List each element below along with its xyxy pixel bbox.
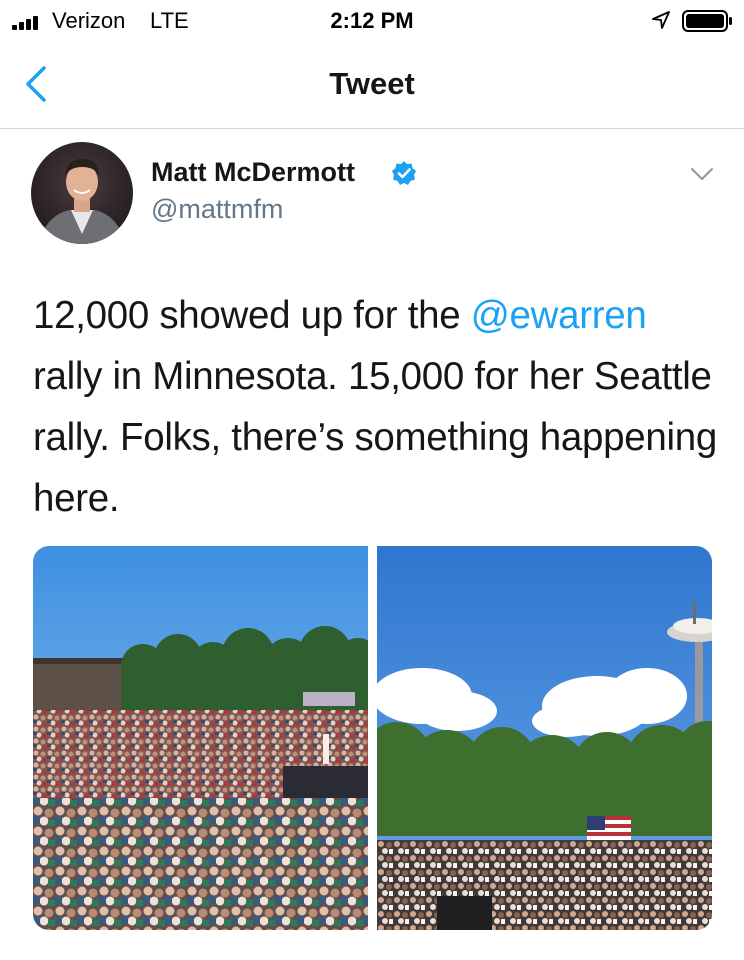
verified-badge-icon [392,161,416,185]
location-arrow-icon [652,11,670,29]
nav-bar: Tweet [0,42,744,129]
page-title: Tweet [329,66,415,101]
tweet-photo-1[interactable] [33,546,368,930]
status-bar: Verizon LTE 2:12 PM [0,0,744,42]
tweet-photo-2[interactable] [377,546,712,930]
battery-icon [682,10,732,32]
avatar[interactable] [31,142,133,244]
mention-link[interactable]: @ewarren [471,294,647,337]
status-time: 2:12 PM [330,8,414,33]
chevron-down-icon[interactable] [690,166,714,182]
author-name[interactable]: Matt McDermott [151,157,355,188]
tweet-text-part: 12,000 showed up for the [33,294,471,337]
tweet-text: 12,000 showed up for the @ewarren rally … [33,285,723,529]
author-handle[interactable]: @mattmfm [151,194,283,225]
tweet-text-part: rally in Minnesota. 15,000 for her Seatt… [33,355,717,520]
